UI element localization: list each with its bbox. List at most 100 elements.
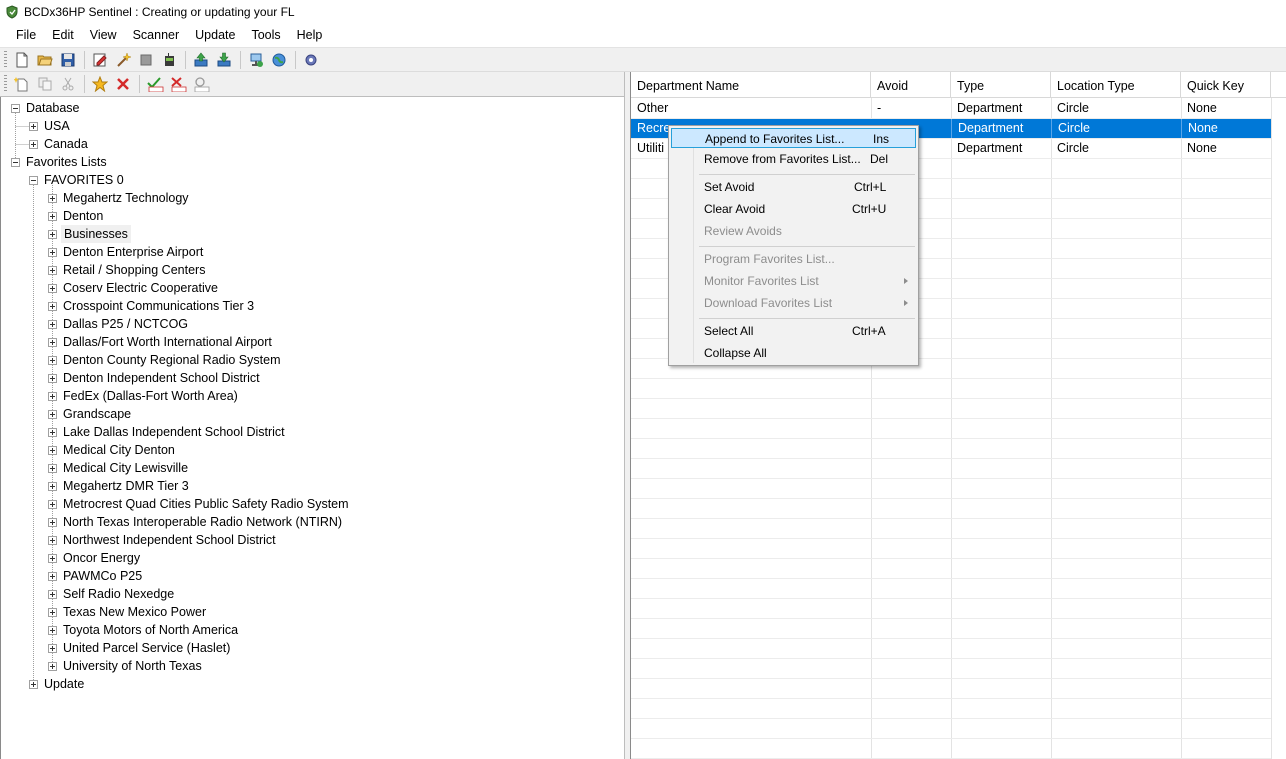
menu-scanner[interactable]: Scanner: [125, 25, 188, 45]
expand-toggle[interactable]: [29, 139, 38, 149]
toolbar-grip[interactable]: [4, 50, 7, 69]
table-row[interactable]: Other - Department Circle None: [631, 98, 1271, 118]
expand-toggle[interactable]: [48, 481, 57, 491]
tree-node-favorites-lists[interactable]: Favorites Lists: [11, 153, 109, 171]
tree-node-favorite-item[interactable]: United Parcel Service (Haslet): [48, 639, 232, 657]
expand-toggle[interactable]: [29, 679, 38, 689]
open-folder-icon[interactable]: [34, 49, 56, 71]
tree-node-favorite-item[interactable]: Denton: [48, 207, 105, 225]
tree-node-favorite-item[interactable]: Lake Dallas Independent School District: [48, 423, 287, 441]
tree-node-favorite-item[interactable]: University of North Texas: [48, 657, 204, 675]
menu-item-remove-from-favorites[interactable]: Remove from Favorites List... Del: [671, 149, 916, 169]
expand-toggle[interactable]: [48, 625, 57, 635]
expand-toggle[interactable]: [48, 571, 57, 581]
expand-toggle[interactable]: [48, 229, 57, 239]
save-icon[interactable]: [57, 49, 79, 71]
tree-node-favorite-item[interactable]: Self Radio Nexedge: [48, 585, 176, 603]
column-header-avoid[interactable]: Avoid: [871, 72, 951, 98]
tree-node-favorite-item[interactable]: Businesses: [48, 225, 131, 243]
expand-toggle[interactable]: [48, 589, 57, 599]
expand-toggle[interactable]: [48, 445, 57, 455]
column-header-department-name[interactable]: Department Name: [631, 72, 871, 98]
menu-view[interactable]: View: [82, 25, 125, 45]
expand-toggle[interactable]: [48, 499, 57, 509]
avoid-list-icon[interactable]: [190, 73, 212, 95]
menu-update[interactable]: Update: [187, 25, 243, 45]
expand-toggle[interactable]: [48, 193, 57, 203]
menu-item-set-avoid[interactable]: Set Avoid Ctrl+L: [671, 177, 916, 197]
favorites-tree[interactable]: Database USA Canada Favorites Lists FAVO…: [0, 97, 624, 759]
menu-item-monitor-favorites-list[interactable]: Monitor Favorites List: [671, 271, 916, 291]
tree-node-favorite-item[interactable]: Oncor Energy: [48, 549, 142, 567]
tree-node-favorite-item[interactable]: North Texas Interoperable Radio Network …: [48, 513, 344, 531]
download-icon[interactable]: [213, 49, 235, 71]
menu-item-collapse-all[interactable]: Collapse All: [671, 343, 916, 363]
tree-node-favorite-item[interactable]: Denton Independent School District: [48, 369, 262, 387]
settings-icon[interactable]: [300, 49, 322, 71]
expand-toggle[interactable]: [48, 301, 57, 311]
expand-toggle[interactable]: [29, 121, 38, 131]
expand-toggle[interactable]: [48, 517, 57, 527]
column-header-location-type[interactable]: Location Type: [1051, 72, 1181, 98]
new-file-icon[interactable]: [11, 49, 33, 71]
tree-node-favorite-item[interactable]: Crosspoint Communications Tier 3: [48, 297, 256, 315]
globe-icon[interactable]: [268, 49, 290, 71]
menu-edit[interactable]: Edit: [44, 25, 82, 45]
menu-tools[interactable]: Tools: [243, 25, 288, 45]
tree-node-canada[interactable]: Canada: [29, 135, 90, 153]
menu-item-append-to-favorites[interactable]: Append to Favorites List... Ins: [671, 128, 916, 148]
collapse-toggle[interactable]: [29, 175, 38, 185]
tree-node-favorite-item[interactable]: Medical City Lewisville: [48, 459, 190, 477]
set-avoid-icon[interactable]: [144, 73, 166, 95]
expand-toggle[interactable]: [48, 355, 57, 365]
network-icon[interactable]: [245, 49, 267, 71]
tree-node-favorite-item[interactable]: Megahertz Technology: [48, 189, 191, 207]
tree-node-usa[interactable]: USA: [29, 117, 72, 135]
tree-node-favorite-item[interactable]: Dallas P25 / NCTCOG: [48, 315, 190, 333]
tree-node-favorite-item[interactable]: FedEx (Dallas-Fort Worth Area): [48, 387, 240, 405]
tree-node-favorite-item[interactable]: Megahertz DMR Tier 3: [48, 477, 191, 495]
delete-x-icon[interactable]: [112, 73, 134, 95]
tree-node-favorite-item[interactable]: Grandscape: [48, 405, 133, 423]
expand-toggle[interactable]: [48, 463, 57, 473]
toolbar-grip[interactable]: [4, 75, 7, 93]
collapse-toggle[interactable]: [11, 157, 20, 167]
expand-toggle[interactable]: [48, 535, 57, 545]
tree-node-favorite-item[interactable]: Coserv Electric Cooperative: [48, 279, 220, 297]
expand-toggle[interactable]: [48, 661, 57, 671]
expand-toggle[interactable]: [48, 319, 57, 329]
favorite-star-icon[interactable]: [89, 73, 111, 95]
clear-avoid-icon[interactable]: [167, 73, 189, 95]
column-header-type[interactable]: Type: [951, 72, 1051, 98]
copy-icon[interactable]: [34, 73, 56, 95]
tree-node-favorite-item[interactable]: Denton County Regional Radio System: [48, 351, 282, 369]
stop-icon[interactable]: [135, 49, 157, 71]
expand-toggle[interactable]: [48, 337, 57, 347]
tree-node-favorite-item[interactable]: Retail / Shopping Centers: [48, 261, 207, 279]
expand-toggle[interactable]: [48, 607, 57, 617]
tree-node-database[interactable]: Database: [11, 99, 82, 117]
tree-node-favorites-0[interactable]: FAVORITES 0: [29, 171, 126, 189]
expand-toggle[interactable]: [48, 553, 57, 563]
expand-toggle[interactable]: [48, 247, 57, 257]
upload-icon[interactable]: [190, 49, 212, 71]
tree-node-update[interactable]: Update: [29, 675, 86, 693]
collapse-toggle[interactable]: [11, 103, 20, 113]
menu-file[interactable]: File: [8, 25, 44, 45]
edit-icon[interactable]: [89, 49, 111, 71]
menu-item-select-all[interactable]: Select All Ctrl+A: [671, 321, 916, 341]
menu-item-download-favorites-list[interactable]: Download Favorites List: [671, 293, 916, 313]
scanner-icon[interactable]: [158, 49, 180, 71]
tree-node-favorite-item[interactable]: Texas New Mexico Power: [48, 603, 208, 621]
tree-node-favorite-item[interactable]: Medical City Denton: [48, 441, 177, 459]
expand-toggle[interactable]: [48, 643, 57, 653]
tree-node-favorite-item[interactable]: Denton Enterprise Airport: [48, 243, 205, 261]
menu-item-clear-avoid[interactable]: Clear Avoid Ctrl+U: [671, 199, 916, 219]
expand-toggle[interactable]: [48, 211, 57, 221]
tree-node-favorite-item[interactable]: Northwest Independent School District: [48, 531, 278, 549]
tree-node-favorite-item[interactable]: PAWMCo P25: [48, 567, 144, 585]
new-item-icon[interactable]: [11, 73, 33, 95]
tree-node-favorite-item[interactable]: Metrocrest Quad Cities Public Safety Rad…: [48, 495, 351, 513]
tree-node-favorite-item[interactable]: Dallas/Fort Worth International Airport: [48, 333, 274, 351]
expand-toggle[interactable]: [48, 427, 57, 437]
